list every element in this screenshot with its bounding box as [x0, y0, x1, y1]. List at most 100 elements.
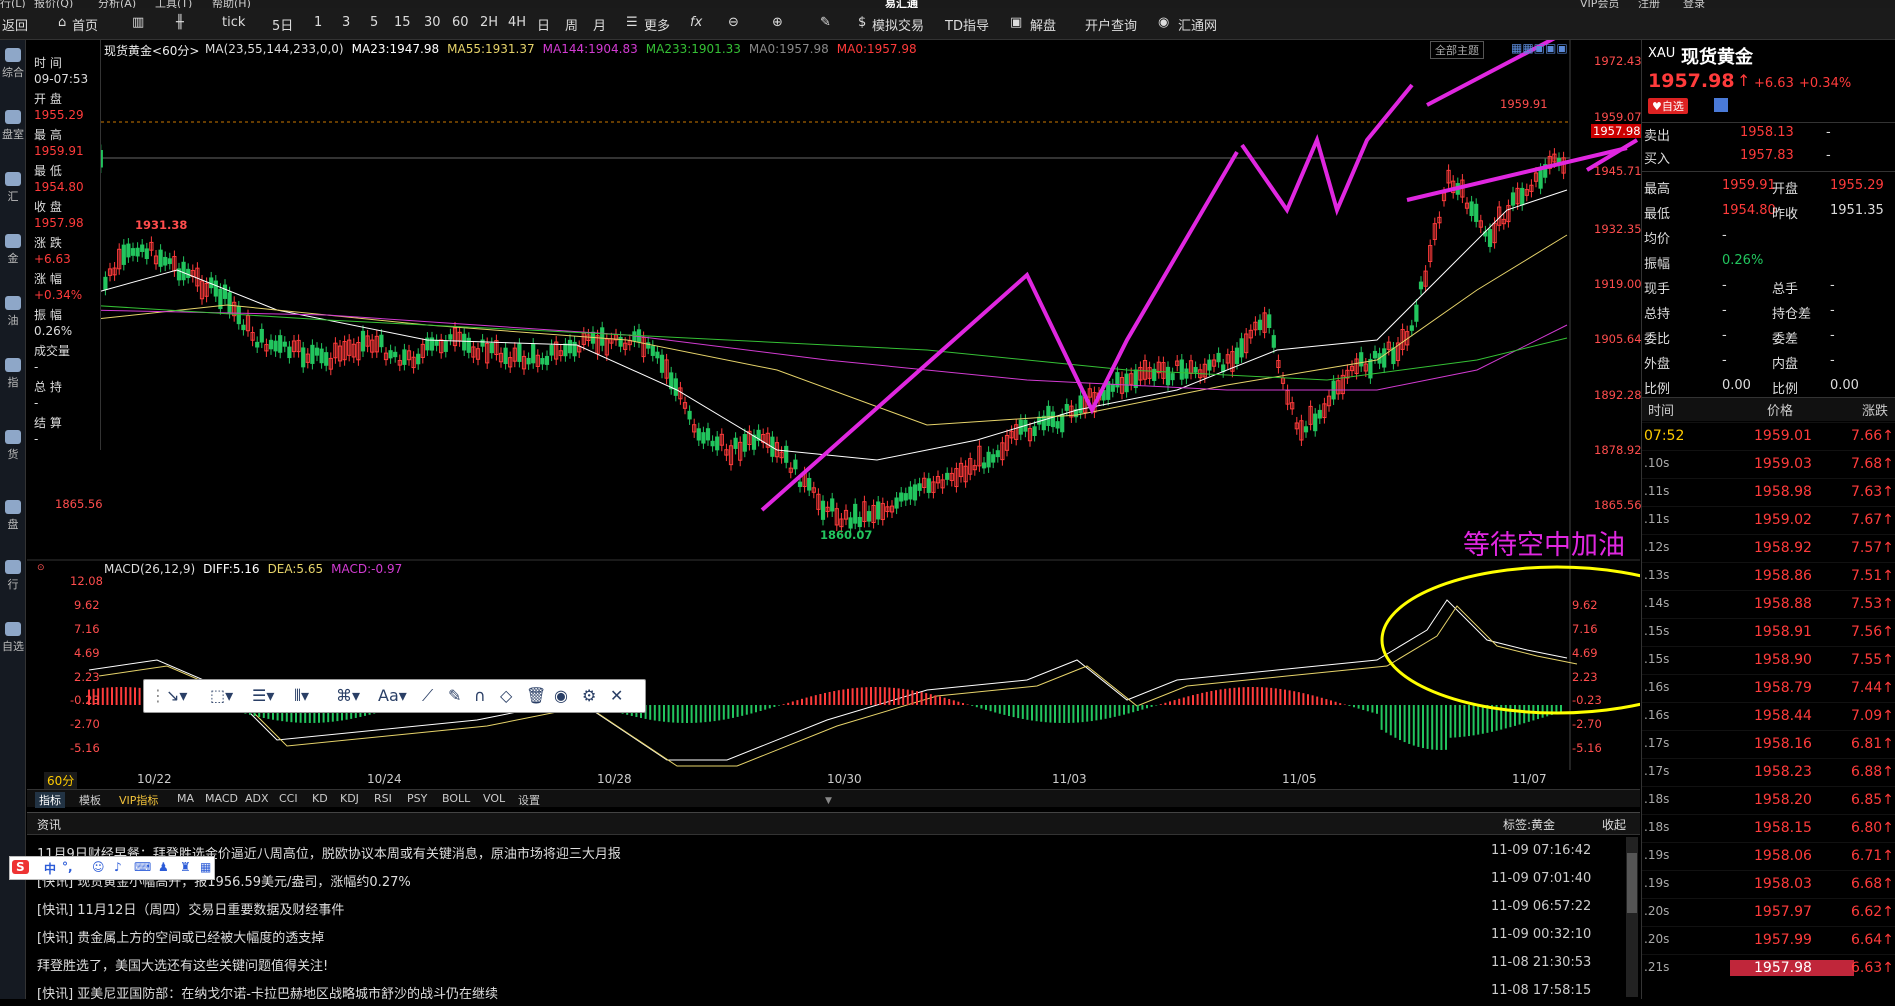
tab-boll[interactable]: BOLL [442, 792, 470, 805]
trade-row[interactable]: .15s 1958.91 7.56↑ [1642, 618, 1895, 646]
tab-indicator[interactable]: 指标 [35, 792, 65, 808]
period-1[interactable]: 1 [314, 15, 322, 30]
sidebar-item[interactable]: 盘 [0, 500, 26, 532]
keyboard-icon[interactable]: ⌨ [134, 860, 151, 874]
sidebar-item[interactable]: 油 [0, 296, 26, 328]
period-month[interactable]: 月 [593, 15, 606, 34]
kline-chart-area[interactable] [27, 0, 1895, 789]
demo-trade-button[interactable]: 模拟交易 [872, 15, 924, 34]
sogou-logo-icon[interactable]: S [12, 860, 29, 874]
news-tab[interactable]: 资讯 [37, 816, 61, 833]
grid-menu-icon[interactable]: ▦ [200, 860, 211, 874]
sidebar-item[interactable]: 综合 [0, 48, 26, 80]
menu-item[interactable]: 工具(T) [155, 0, 192, 8]
tab-adx[interactable]: ADX [245, 792, 269, 805]
news-item[interactable]: [快讯] 亚美尼亚国防部：在纳戈尔诺-卡拉巴赫地区战略城市舒沙的战斗仍在继续 11… [27, 978, 1640, 1006]
trade-row[interactable]: .18s 1958.15 6.80↑ [1642, 814, 1895, 842]
news-item[interactable]: [快讯] 贵金属上方的空间或已经被大幅度的透支掉 11-09 00:32:10 [27, 922, 1640, 950]
period-tick[interactable]: tick [222, 15, 245, 30]
news-item[interactable]: [快讯] 现货黄金小幅高开，报1956.59美元/盎司，涨幅约0.27% 11-0… [27, 866, 1640, 894]
tab-rsi[interactable]: RSI [374, 792, 392, 805]
trade-row[interactable]: .16s 1958.79 7.44↑ [1642, 674, 1895, 702]
gear-icon[interactable]: ⚙ [582, 686, 596, 705]
news-title[interactable]: [快讯] 亚美尼亚国防部：在纳戈尔诺-卡拉巴赫地区战略城市舒沙的战斗仍在继续 [37, 983, 498, 1002]
news-item[interactable]: 拜登胜选了，美国大选还有这些关键问题值得关注! 11-08 21:30:53 [27, 950, 1640, 978]
sidebar-item[interactable]: 盘室 [0, 110, 26, 142]
trade-row[interactable]: .12s 1958.92 7.57↑ [1642, 534, 1895, 562]
trade-row[interactable]: .16s 1958.44 7.09↑ [1642, 702, 1895, 730]
sidebar-item[interactable]: 汇 [0, 172, 26, 204]
register-link[interactable]: 注册 [1638, 0, 1660, 8]
collapse-handle-icon[interactable]: ▼ [825, 796, 832, 806]
tab-kd[interactable]: KD [312, 792, 328, 805]
trade-row[interactable]: .15s 1958.90 7.55↑ [1642, 646, 1895, 674]
menu-item[interactable]: 帮助(H) [212, 0, 251, 8]
trade-row[interactable]: .17s 1958.23 6.88↑ [1642, 758, 1895, 786]
period-5day[interactable]: 5日 [272, 15, 293, 34]
home-button[interactable]: 首页 [72, 15, 98, 34]
rect-tool-icon[interactable]: ⬚▾ [210, 686, 233, 705]
trade-row[interactable]: .17s 1958.16 6.81↑ [1642, 730, 1895, 758]
favorite-button[interactable]: ♥自选 [1648, 98, 1688, 114]
drag-handle-icon[interactable]: ⋮ [150, 686, 166, 705]
td-guide-button[interactable]: TD指导 [945, 15, 989, 34]
ime-mode[interactable]: 中 [44, 860, 56, 877]
line-tool-icon[interactable]: ↘▾ [166, 686, 187, 705]
punct-icon[interactable]: °, [62, 860, 73, 874]
sidebar-item[interactable]: 自选 [0, 622, 26, 654]
gann-tool-icon[interactable]: ⦀▾ [294, 686, 309, 706]
period-3[interactable]: 3 [342, 15, 350, 30]
news-title[interactable]: [快讯] 11月12日（周四）交易日重要数据及财经事件 [37, 899, 344, 918]
pen-icon[interactable]: ✎ [820, 15, 831, 30]
news-tag[interactable]: 标签:黄金 [1503, 816, 1555, 833]
mic-icon[interactable]: ♪ [114, 860, 122, 874]
news-item[interactable]: [快讯] 11月12日（周四）交易日重要数据及财经事件 11-09 06:57:2… [27, 894, 1640, 922]
period-week[interactable]: 周 [565, 15, 578, 34]
sidebar-item[interactable]: 指 [0, 358, 26, 390]
tab-settings[interactable]: 设置 [518, 792, 540, 808]
trade-row[interactable]: .11s 1959.02 7.67↑ [1642, 506, 1895, 534]
alert-icon[interactable] [1714, 98, 1728, 112]
more-icon[interactable]: ☰ [626, 15, 638, 30]
news-item[interactable]: 11月9日财经早餐：拜登胜选金价逼近八周高位，脱欧协议本周或有关键消息，原油市场… [27, 838, 1640, 866]
formula-icon[interactable]: fx [690, 15, 702, 30]
period-15[interactable]: 15 [394, 15, 411, 30]
back-button[interactable]: 返回 [2, 15, 28, 34]
emoji-icon[interactable]: ☺ [92, 860, 105, 874]
dollar-icon[interactable]: $ [858, 15, 866, 30]
magnet-icon[interactable]: ∩ [474, 686, 486, 705]
trade-row[interactable]: .11s 1958.98 7.63↑ [1642, 478, 1895, 506]
menu-item[interactable]: 行(L) [0, 0, 26, 8]
tab-vip-indicator[interactable]: VIP指标 [119, 792, 158, 808]
news-title[interactable]: [快讯] 贵金属上方的空间或已经被大幅度的透支掉 [37, 927, 324, 946]
tab-ma[interactable]: MA [177, 792, 194, 805]
kline-chart-svg[interactable] [27, 0, 1895, 789]
eraser-icon[interactable]: ◇ [500, 686, 512, 705]
trash-icon[interactable]: 🗑 [526, 686, 546, 705]
period-30[interactable]: 30 [424, 15, 441, 30]
zoom-out-icon[interactable]: ⊖ [728, 15, 739, 30]
account-query-button[interactable]: 开户查询 [1085, 15, 1137, 34]
vip-link[interactable]: VIP会员 [1580, 0, 1619, 8]
ruler-icon[interactable]: ⟋ [422, 686, 433, 706]
brush-icon[interactable]: ✎ [448, 686, 461, 705]
bar-chart-icon[interactable]: ▥ [132, 15, 144, 30]
candle-icon[interactable]: ╫ [176, 15, 184, 30]
period-2h[interactable]: 2H [480, 15, 498, 30]
scroll-thumb[interactable] [1627, 853, 1637, 913]
tab-psy[interactable]: PSY [407, 792, 427, 805]
fx678-button[interactable]: 汇通网 [1178, 15, 1217, 34]
fx678-icon[interactable]: ◉ [1158, 15, 1169, 30]
trade-row[interactable]: .21s 1957.98 6.63↑ [1642, 954, 1895, 982]
text-tool-icon[interactable]: Aa▾ [378, 686, 407, 705]
trade-row[interactable]: .19s 1958.06 6.71↑ [1642, 842, 1895, 870]
layout-icons[interactable]: ▦▦▣▣▣ [1511, 41, 1568, 55]
period-5[interactable]: 5 [370, 15, 378, 30]
pattern-tool-icon[interactable]: ⌘▾ [336, 686, 360, 705]
close-icon[interactable]: ✕ [610, 686, 623, 705]
shirt-icon[interactable]: ♜ [180, 860, 191, 874]
home-icon[interactable]: ⌂ [58, 15, 66, 30]
tab-vol[interactable]: VOL [483, 792, 505, 805]
sidebar-item[interactable]: 金 [0, 234, 26, 266]
trade-row[interactable]: .18s 1958.20 6.85↑ [1642, 786, 1895, 814]
